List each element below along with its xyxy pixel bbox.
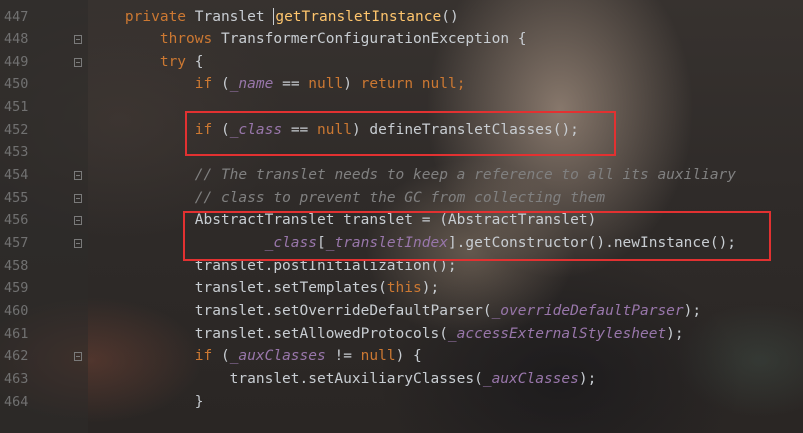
- line-number: 452: [4, 121, 29, 138]
- code-line[interactable]: 460 translet.setOverrideDefaultParser(_o…: [0, 300, 803, 323]
- line-number: 459: [4, 280, 29, 297]
- code-token: {: [186, 53, 204, 70]
- code-token: null: [308, 76, 344, 93]
- fold-marker-icon[interactable]: [74, 193, 82, 203]
- code-token: translet.setOverrideDefaultParser(: [90, 302, 492, 319]
- code-token: translet.setTemplates(: [90, 280, 387, 297]
- code-text: translet.setTemplates(this);: [90, 277, 439, 300]
- code-text: try {: [90, 51, 204, 74]
- fold-marker-icon[interactable]: [74, 171, 82, 181]
- code-token: (: [212, 76, 230, 93]
- code-token: throws: [159, 31, 213, 48]
- code-token: // class to prevent the GC from collecti…: [194, 189, 606, 206]
- code-token: null: [360, 348, 396, 365]
- code-token: );: [578, 370, 597, 387]
- code-token: (: [212, 348, 230, 365]
- code-token: translet.setAuxiliaryClasses(: [90, 370, 483, 387]
- fold-marker-icon[interactable]: [74, 352, 82, 362]
- code-token: if: [194, 348, 213, 365]
- code-token: Translet: [186, 8, 274, 25]
- code-token: ) {: [395, 348, 422, 365]
- code-text: if (_auxClasses != null) {: [90, 345, 422, 368]
- line-number: 460: [4, 302, 29, 319]
- code-token: return null: [360, 76, 457, 93]
- code-token: try: [159, 53, 187, 70]
- line-number: 448: [4, 31, 29, 48]
- code-token: ;: [456, 76, 466, 93]
- line-number: 451: [4, 99, 29, 116]
- line-number: 457: [4, 235, 29, 251]
- code-line[interactable]: 462 if (_auxClasses != null) {: [0, 345, 803, 368]
- code-text: // The translet needs to keep a referenc…: [90, 164, 736, 187]
- code-text: // class to prevent the GC from collecti…: [90, 187, 605, 210]
- line-number: 455: [4, 189, 29, 206]
- line-number: 447: [4, 8, 29, 25]
- line-number: 464: [4, 393, 29, 410]
- code-text: throws TransformerConfigurationException…: [90, 28, 527, 51]
- code-token: _name: [229, 76, 274, 93]
- code-token: _auxClasses: [229, 348, 326, 365]
- code-token: );: [683, 302, 702, 319]
- code-text: }: [90, 391, 204, 414]
- new-instance-highlight: [183, 211, 771, 261]
- line-number: 454: [4, 167, 29, 184]
- code-text: translet.setAllowedProtocols(_accessExte…: [90, 323, 684, 346]
- code-token: ==: [273, 76, 309, 93]
- code-line[interactable]: 454 // The translet needs to keep a refe…: [0, 164, 803, 187]
- code-line[interactable]: 461 translet.setAllowedProtocols(_access…: [0, 323, 803, 346]
- code-token: private: [124, 8, 187, 25]
- code-token: _auxClasses: [482, 370, 579, 387]
- code-line[interactable]: 455 // class to prevent the GC from coll…: [0, 187, 803, 210]
- code-token: );: [666, 325, 684, 342]
- code-text: translet.setOverrideDefaultParser(_overr…: [90, 300, 701, 323]
- code-token: }: [90, 393, 204, 410]
- code-text: if (_name == null) return null;: [90, 73, 466, 96]
- fold-marker-icon[interactable]: [74, 35, 82, 45]
- line-number: 450: [4, 76, 29, 93]
- fold-marker-icon[interactable]: [74, 57, 82, 67]
- code-token: // The translet needs to keep a referenc…: [194, 167, 737, 184]
- line-number: 461: [4, 325, 29, 342]
- fold-marker-icon[interactable]: [74, 239, 82, 248]
- code-token: !=: [325, 348, 361, 365]
- code-token: if: [194, 76, 213, 93]
- code-token: this: [386, 280, 422, 297]
- line-number: 458: [4, 257, 29, 274]
- code-text: private Translet getTransletInstance(): [90, 6, 459, 29]
- line-number: 449: [4, 53, 29, 70]
- code-token: getTransletInstance: [275, 8, 442, 25]
- line-number: 456: [4, 212, 29, 229]
- code-line[interactable]: 448 throws TransformerConfigurationExcep…: [0, 28, 803, 51]
- code-token: ): [343, 76, 361, 93]
- code-text: translet.setAuxiliaryClasses(_auxClasses…: [90, 368, 597, 391]
- code-line[interactable]: 449 try {: [0, 51, 803, 74]
- fold-marker-icon[interactable]: [74, 216, 82, 226]
- code-token: (): [441, 8, 459, 25]
- line-number: 453: [4, 144, 29, 161]
- code-token: TransformerConfigurationException {: [212, 31, 527, 48]
- code-token: _accessExternalStylesheet: [447, 325, 667, 342]
- code-line[interactable]: 463 translet.setAuxiliaryClasses(_auxCla…: [0, 368, 803, 391]
- code-line[interactable]: 459 translet.setTemplates(this);: [0, 277, 803, 300]
- define-translet-classes-highlight: [185, 111, 616, 156]
- line-number: 462: [4, 348, 29, 365]
- code-token: );: [421, 280, 440, 297]
- code-line[interactable]: 447 private Translet getTransletInstance…: [0, 6, 803, 29]
- code-line[interactable]: 464 }: [0, 391, 803, 414]
- code-token: translet.setAllowedProtocols(: [90, 325, 448, 342]
- line-number: 463: [4, 370, 29, 387]
- code-line[interactable]: 450 if (_name == null) return null;: [0, 73, 803, 96]
- code-token: _overrideDefaultParser: [491, 302, 684, 319]
